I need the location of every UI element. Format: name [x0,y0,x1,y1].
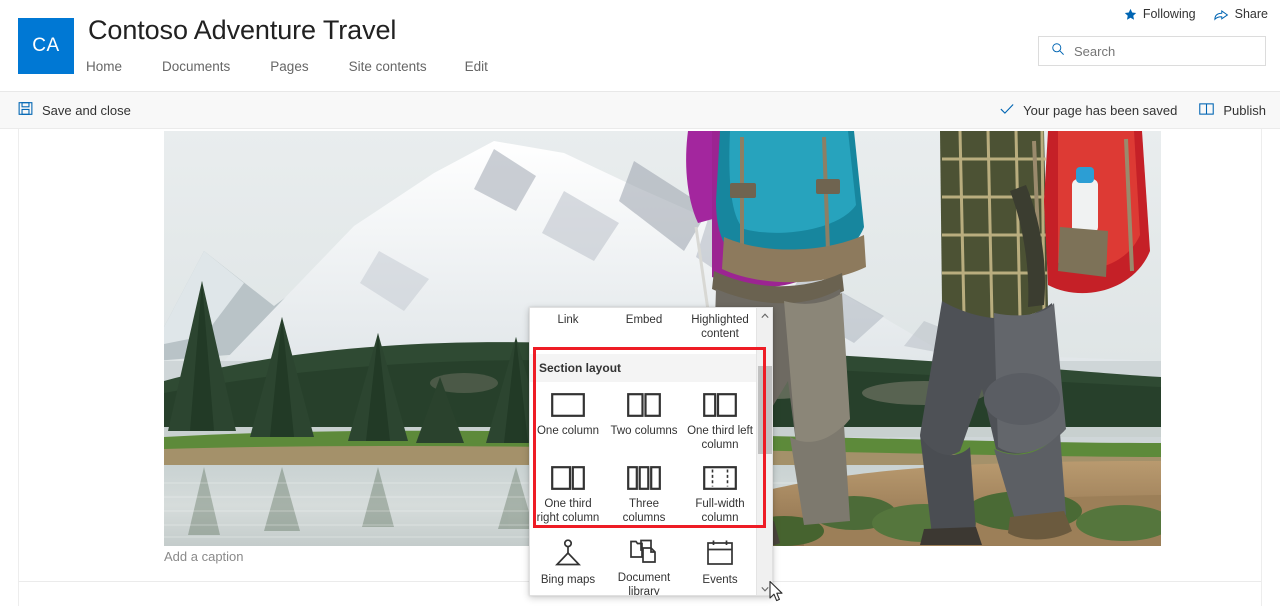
share-label: Share [1234,7,1268,21]
webpart-picker-scrollbar[interactable] [756,308,772,595]
scrollbar-thumb[interactable] [758,366,772,454]
webpart-picker-scroll-region: Link Embed Highlighted content Section l… [530,308,758,596]
layout-label: One third left column [687,425,753,451]
layout-option-two-columns[interactable]: Two columns [606,382,682,455]
webpart-row-top: Link Embed Highlighted content [530,313,758,354]
layout-label: One third right column [536,498,600,524]
webpart-label: Events [702,574,738,586]
save-and-close-label: Save and close [42,103,131,118]
save-icon [18,101,33,121]
star-icon [1124,8,1137,21]
one-third-left-column-icon [703,390,737,420]
layout-option-three-columns[interactable]: Three columns [606,455,682,528]
scroll-up-arrow[interactable] [757,308,772,324]
webpart-link[interactable]: Link [530,313,606,354]
webpart-label: Document library [617,572,671,596]
nav-item-documents[interactable]: Documents [162,57,230,76]
three-columns-icon [627,463,661,493]
webpart-picker-panel: Link Embed Highlighted content Section l… [529,307,773,596]
search-icon [1051,42,1065,61]
layout-option-one-third-left-column[interactable]: One third left column [682,382,758,455]
publish-icon [1199,102,1215,119]
layout-option-one-column[interactable]: One column [530,382,606,455]
share-button[interactable]: Share [1214,7,1268,21]
site-title: Contoso Adventure Travel [88,15,397,45]
layout-option-full-width-column[interactable]: Full-width column [682,455,758,528]
document-library-icon [629,538,659,566]
webpart-embed[interactable]: Embed [606,313,682,354]
page-command-bar: Save and close Your page has been saved … [0,92,1280,129]
layout-label: One column [536,425,599,437]
following-button[interactable]: Following [1124,7,1196,21]
section-layout-row-2: One third right column Three columns Ful… [530,455,758,528]
publish-button[interactable]: Publish [1199,102,1266,119]
section-layout-grid: One column Two columns One third left co… [530,382,758,529]
save-and-close-button[interactable]: Save and close [18,92,131,129]
search-input[interactable] [1074,43,1244,59]
section-layout-title: Section layout [539,361,622,375]
site-logo[interactable]: CA [18,18,74,74]
search-box[interactable] [1038,36,1266,66]
nav-item-site-contents[interactable]: Site contents [349,57,427,76]
following-label: Following [1142,7,1196,21]
nav-item-edit[interactable]: Edit [465,57,488,76]
webpart-highlighted-content[interactable]: Highlighted content [682,313,758,354]
command-bar-right: Your page has been saved Publish [1000,92,1266,129]
header-actions: Following Share [1124,7,1268,21]
scroll-down-arrow[interactable] [757,581,772,595]
site-navigation: Home Documents Pages Site contents Edit [86,57,488,76]
checkmark-icon [1000,103,1014,118]
webpart-row-bottom: Bing maps Document library Events [530,533,758,596]
layout-label: Full-width column [695,498,745,524]
save-status-label: Your page has been saved [1023,103,1178,118]
full-width-column-icon [703,463,737,493]
publish-label: Publish [1223,103,1266,118]
section-layout-row-1: One column Two columns One third left co… [530,382,758,455]
site-header: CA Contoso Adventure Travel Home Documen… [0,0,1280,92]
layout-option-one-third-right-column[interactable]: One third right column [530,455,606,528]
site-logo-initials: CA [32,35,60,56]
webpart-bing-maps[interactable]: Bing maps [530,533,606,595]
nav-item-pages[interactable]: Pages [270,57,308,76]
webpart-events[interactable]: Events [682,533,758,595]
bing-maps-icon [553,538,583,568]
two-columns-icon [627,390,661,420]
events-icon [705,538,735,568]
one-third-right-column-icon [551,463,585,493]
layout-label: Two columns [610,425,678,437]
section-layout-header: Section layout [530,354,758,382]
webpart-label: Bing maps [540,574,596,586]
save-status: Your page has been saved [1000,103,1177,118]
nav-item-home[interactable]: Home [86,57,122,76]
share-icon [1214,8,1229,21]
one-column-icon [551,390,585,420]
image-caption-placeholder[interactable]: Add a caption [164,549,244,564]
layout-label: Three columns [622,498,666,524]
webpart-document-library[interactable]: Document library [606,533,682,596]
